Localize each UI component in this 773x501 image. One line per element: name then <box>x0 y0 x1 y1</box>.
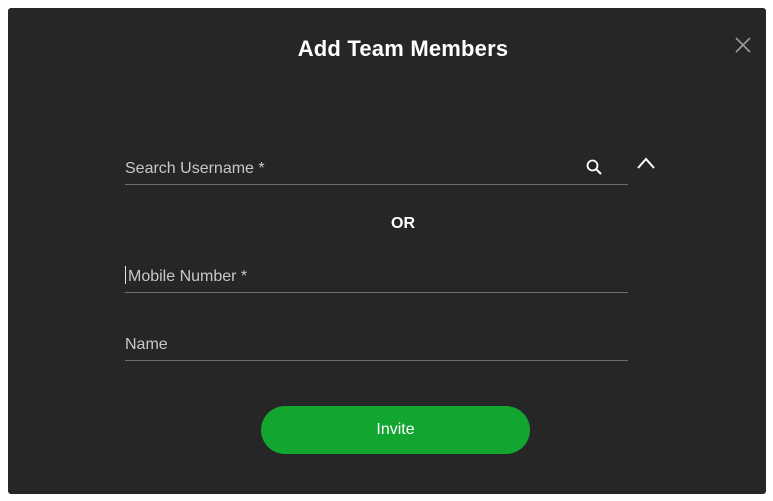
add-team-members-dialog: Add Team Members OR Invite <box>8 8 766 494</box>
search-username-input[interactable] <box>125 160 565 178</box>
or-separator: OR <box>391 215 415 232</box>
search-username-field <box>125 150 628 185</box>
text-caret <box>125 266 126 284</box>
dialog-title: Add Team Members <box>297 36 509 61</box>
mobile-number-field <box>125 258 628 293</box>
name-input[interactable] <box>125 336 565 354</box>
close-icon[interactable] <box>734 36 752 54</box>
chevron-up-icon[interactable] <box>636 156 656 170</box>
search-icon[interactable] <box>585 158 603 176</box>
name-field <box>125 326 628 361</box>
mobile-number-input[interactable] <box>128 268 568 286</box>
invite-button[interactable]: Invite <box>261 406 530 454</box>
